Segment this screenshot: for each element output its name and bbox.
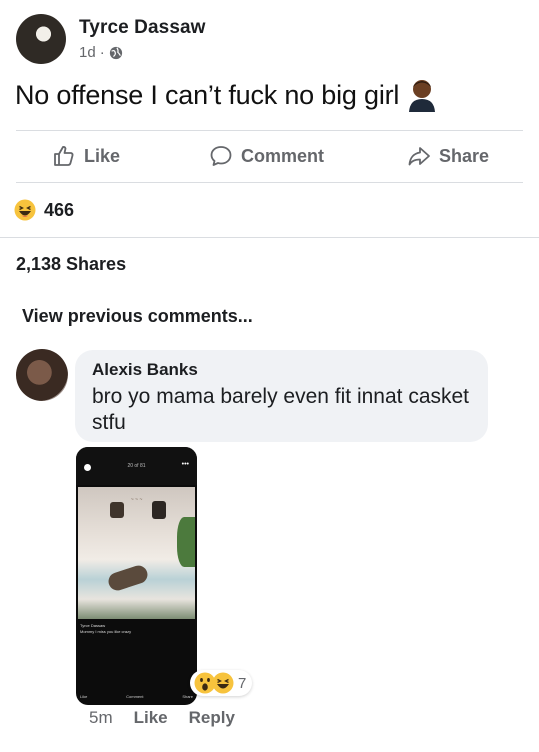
attachment-topbar: 20 of 81 ••• (76, 447, 197, 485)
attachment-photo-plant (177, 517, 195, 567)
attachment-photo-frame-right (152, 501, 166, 519)
comment-label: Comment (241, 145, 325, 166)
poster-name[interactable]: Tyrce Dassaw (79, 17, 206, 39)
post-meta: 1d · (79, 44, 206, 61)
attachment-photo: ~ ~ ~ (78, 487, 195, 619)
comment-attachment-image[interactable]: 20 of 81 ••• ~ ~ ~ Tyrce Dassaw Mommy I … (76, 447, 197, 705)
attachment-photo-figure (106, 563, 150, 593)
haha-icon (14, 199, 36, 221)
comment-reply-button[interactable]: Reply (189, 708, 235, 728)
share-label: Share (439, 145, 490, 166)
attachment-caption: Tyrce Dassaw Mommy I miss you like crazy (80, 623, 193, 635)
post-header: Tyrce Dassaw 1d · (16, 14, 206, 64)
attachment-share: Share (182, 694, 193, 699)
comment-time[interactable]: 5m (89, 708, 113, 728)
attachment-photo-lettering: ~ ~ ~ (130, 497, 143, 503)
comment-text: bro yo mama barely even fit innat casket… (92, 385, 470, 434)
comment-bubble: Alexis Banks bro yo mama barely even fit… (75, 350, 488, 442)
attachment-more-icon: ••• (181, 461, 189, 468)
commenter-avatar[interactable] (16, 349, 68, 401)
comment-icon (210, 146, 232, 166)
share-count[interactable]: 2,138 Shares (16, 254, 126, 275)
attachment-like: Like (80, 694, 88, 699)
haha-icon (212, 672, 234, 694)
divider-reactions (0, 237, 539, 238)
comment-reactions[interactable]: 7 (190, 670, 253, 696)
comment-like-button[interactable]: Like (134, 708, 168, 728)
like-label: Like (84, 145, 121, 166)
comment-footer: 5m Like Reply (89, 708, 235, 728)
post-header-text: Tyrce Dassaw 1d · (79, 17, 206, 61)
divider-top (16, 130, 523, 131)
share-button[interactable]: Share (407, 144, 489, 168)
meta-separator: · (99, 44, 105, 61)
thumbs-up-icon (54, 146, 74, 166)
like-button[interactable]: Like (52, 144, 120, 168)
comment-button[interactable]: Comment (209, 144, 324, 168)
post-text: No offense I can’t fuck no big girl (15, 78, 437, 112)
reaction-summary[interactable]: 466 (14, 199, 74, 221)
commenter-name[interactable]: Alexis Banks (92, 360, 471, 380)
attachment-comment: Comment (126, 694, 144, 699)
divider-actions (16, 182, 523, 183)
post-time[interactable]: 1d (79, 44, 96, 61)
reaction-count: 466 (44, 199, 75, 220)
post-text-content: No offense I can’t fuck no big girl (15, 79, 400, 110)
attachment-caption-text: Mommy I miss you like crazy (80, 629, 132, 634)
share-icon (408, 147, 430, 166)
person-emoji-icon (409, 80, 436, 112)
globe-icon (109, 46, 122, 59)
post-actions: Like Comment Share (0, 138, 539, 178)
attachment-title: 20 of 81 (127, 463, 146, 469)
comment-reaction-count: 7 (238, 674, 247, 692)
view-previous-comments[interactable]: View previous comments... (22, 306, 253, 327)
poster-avatar[interactable] (16, 14, 66, 64)
attachment-photo-frame-left (110, 502, 124, 518)
attachment-action-bar: Like Comment Share (80, 694, 193, 699)
